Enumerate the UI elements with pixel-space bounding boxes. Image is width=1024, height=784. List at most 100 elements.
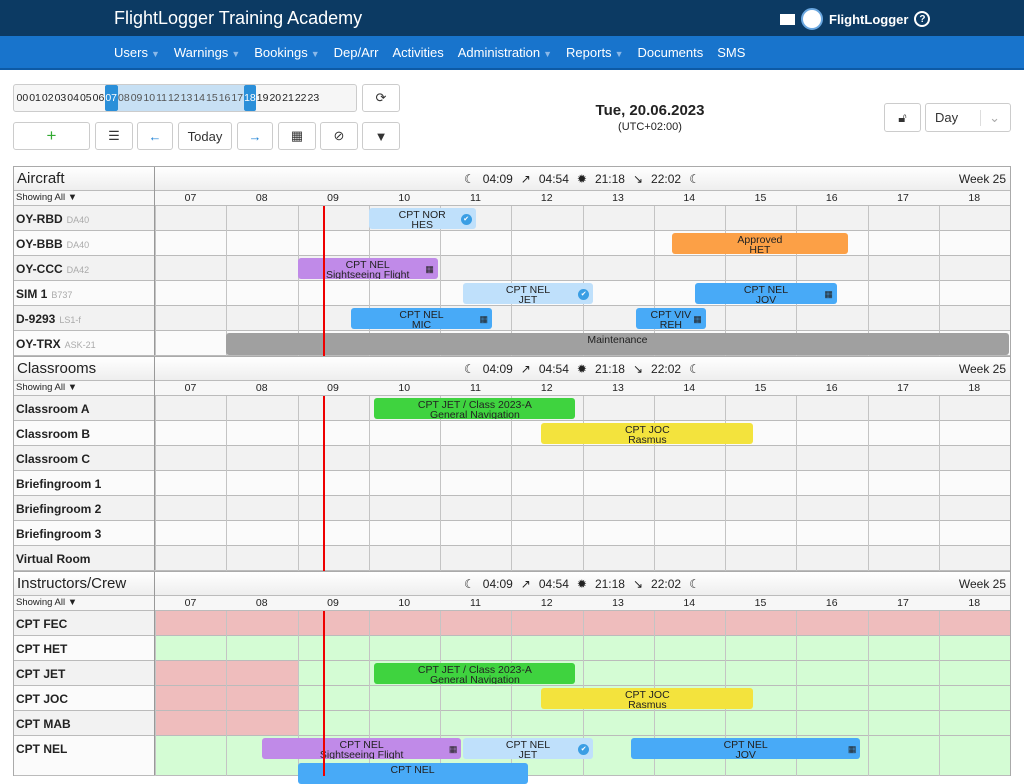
booking-event[interactable]: Approved HET (671, 233, 849, 254)
hour-option[interactable]: 05 (79, 85, 92, 111)
hour-option[interactable]: 16 (218, 85, 231, 111)
resource-name[interactable]: Briefingroom 1 (16, 477, 101, 491)
hour-gridline (653, 521, 655, 546)
nav-item-users[interactable]: Users ▼ (114, 45, 160, 60)
nav-item-activities[interactable]: Activities (392, 45, 443, 60)
resource-name[interactable]: CPT FEC (16, 617, 67, 631)
hour-gridline (226, 686, 228, 711)
hour-option[interactable]: 00 (16, 85, 29, 111)
booking-event[interactable]: CPT NEL (297, 763, 528, 784)
hour-option[interactable]: 11 (155, 85, 168, 111)
resource-name[interactable]: Classroom C (16, 452, 90, 466)
booking-event[interactable]: CPT JET / Class 2023-A General Navigation (374, 398, 576, 419)
current-time-line (323, 396, 326, 571)
hour-gridline (938, 661, 940, 686)
refresh-button[interactable]: ⟳ (362, 84, 400, 112)
hour-option[interactable]: 14 (192, 85, 206, 111)
resource-name[interactable]: OY-RBD DA40 (16, 212, 89, 226)
hour-gridline (796, 711, 798, 736)
booking-event[interactable]: CPT NEL JET ✔ (462, 283, 594, 304)
hour-range-selector[interactable]: 00 01 02 03 04 05 06 07 08 09 10 11 12 13 14 15 16 17 18 19… (13, 84, 357, 112)
hour-gridline (938, 206, 940, 231)
hour-option[interactable]: 06 (92, 85, 105, 111)
resource-name[interactable]: CPT JOC (16, 692, 68, 706)
resource-name[interactable]: CPT HET (16, 642, 67, 656)
nav-item-bookings[interactable]: Bookings ▼ (254, 45, 319, 60)
hour-option[interactable]: 10 (142, 85, 156, 111)
nav-item-documents[interactable]: Documents (637, 45, 703, 60)
stats-button[interactable]: ☰ (95, 122, 133, 150)
hour-option[interactable]: 08 (117, 85, 131, 111)
resource-name[interactable]: Classroom B (16, 427, 90, 441)
hour-option[interactable]: 22 (294, 85, 307, 111)
hour-option[interactable]: 07 (104, 85, 118, 111)
hour-gridline (297, 206, 299, 231)
nav-item-administration[interactable]: Administration ▼ (458, 45, 552, 60)
hour-gridline (226, 546, 228, 571)
hour-option[interactable]: 23 (307, 85, 320, 111)
hour-option[interactable]: 19 (256, 85, 269, 111)
mail-icon[interactable] (780, 13, 795, 25)
resource-row: Classroom B CPT JOC Rasmus (14, 421, 1010, 446)
hour-option[interactable]: 09 (130, 85, 143, 111)
booking-event[interactable]: CPT NOR HES ✔ (368, 208, 476, 229)
next-day-button[interactable]: → (237, 122, 273, 150)
booking-event[interactable]: CPT NEL Sightseeing Flight ▦ (297, 258, 438, 279)
hour-gridline (511, 306, 513, 331)
hour-option[interactable]: 20 (269, 85, 282, 111)
resource-name[interactable]: D-9293 LS1-f (16, 312, 81, 326)
help-icon[interactable]: ? (914, 11, 931, 27)
add-booking-button[interactable]: + (13, 122, 90, 150)
booking-event[interactable]: CPT JOC Rasmus (541, 688, 754, 709)
previous-day-button[interactable]: ← (137, 122, 173, 150)
hour-option[interactable]: 01 (29, 85, 42, 111)
filter-button[interactable]: ▼ (362, 122, 400, 150)
section-classrooms: Classrooms ☾ 04:09 ↗ 04:54 ✹ 21:18 ↘ 22:02 ☾ Week … (13, 356, 1011, 571)
resource-name[interactable]: OY-TRX ASK-21 (16, 337, 96, 351)
booking-event[interactable]: CPT VIV REH ▦ (635, 308, 706, 329)
hour-option[interactable]: 02 (41, 85, 54, 111)
hour-option[interactable]: 15 (205, 85, 219, 111)
hour-option[interactable]: 18 (243, 85, 257, 111)
booking-event[interactable]: CPT NEL JET ✔ (462, 738, 594, 759)
resource-name[interactable]: OY-BBB DA40 (16, 237, 89, 251)
today-button[interactable]: Today (178, 122, 232, 150)
resource-name[interactable]: CPT MAB (16, 717, 71, 731)
nav-item-reports[interactable]: Reports ▼ (566, 45, 623, 60)
resource-name-text: CPT MAB (16, 717, 71, 731)
nav-item-deparr[interactable]: Dep/Arr (334, 45, 379, 60)
resource-row: Briefingroom 1 (14, 471, 1010, 496)
nav-item-sms[interactable]: SMS (717, 45, 745, 60)
lock-button[interactable]: 🔓︎ (884, 103, 921, 132)
nav-item-warnings[interactable]: Warnings ▼ (174, 45, 240, 60)
resource-row: CPT JOC CPT JOC Rasmus (14, 686, 1010, 711)
booking-event[interactable]: CPT NEL JOV ▦ (695, 283, 837, 304)
resource-name[interactable]: Briefingroom 3 (16, 527, 101, 541)
hide-button[interactable]: ⊘ (320, 122, 358, 150)
hour-gridline (440, 521, 441, 546)
resource-name[interactable]: OY-CCC DA42 (16, 262, 89, 276)
hour-gridline (796, 206, 798, 231)
hour-option[interactable]: 03 (54, 85, 67, 111)
brand-name: FlightLogger (829, 11, 909, 27)
booking-event[interactable]: CPT NEL JOV ▦ (630, 738, 861, 759)
resource-name[interactable]: Virtual Room (16, 552, 90, 566)
booking-event[interactable]: CPT NEL MIC ▦ (350, 308, 492, 329)
resource-name[interactable]: CPT NEL (16, 742, 67, 756)
booking-event[interactable]: Maintenance (226, 333, 1009, 355)
booking-event[interactable]: CPT JOC Rasmus (541, 423, 754, 444)
calendar-button[interactable]: ▦ (278, 122, 316, 150)
hour-option[interactable]: 13 (180, 85, 193, 111)
resource-name[interactable]: SIM 1 B737 (16, 287, 72, 301)
hour-option[interactable]: 04 (67, 85, 80, 111)
resource-name[interactable]: Classroom A (16, 402, 90, 416)
aircraft-type: B737 (51, 290, 73, 300)
booking-event[interactable]: CPT NEL Sightseeing Flight ▦ (261, 738, 462, 759)
hour-option[interactable]: 21 (282, 85, 295, 111)
hour-option[interactable]: 12 (167, 85, 181, 111)
booking-event[interactable]: CPT JET / Class 2023-A General Navigation (374, 663, 576, 684)
view-select[interactable]: Day ⌄ (925, 103, 1011, 132)
resource-name[interactable]: CPT JET (16, 667, 65, 681)
hour-option[interactable]: 17 (230, 85, 244, 111)
resource-name[interactable]: Briefingroom 2 (16, 502, 101, 516)
